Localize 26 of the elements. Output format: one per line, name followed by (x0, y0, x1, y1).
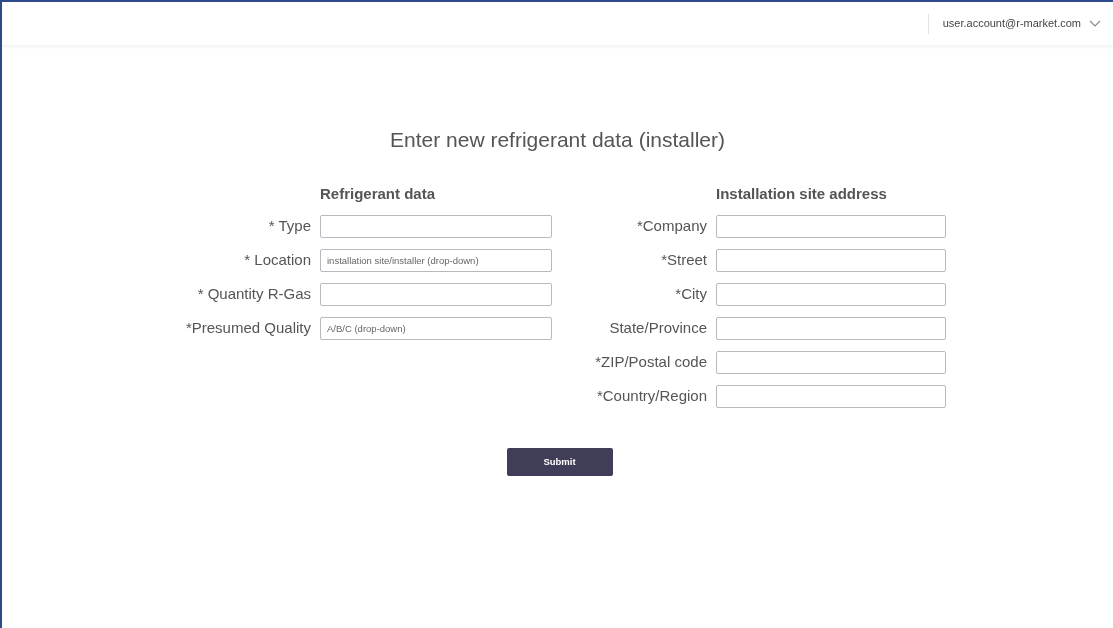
field-label: *ZIP/Postal code (595, 352, 707, 373)
field-label: *City (675, 284, 707, 305)
field-label: *Presumed Quality (185, 318, 311, 339)
input-field[interactable] (716, 385, 946, 408)
field-label: State/Province (609, 318, 707, 339)
page-title: Enter new refrigerant data (installer) (390, 127, 725, 153)
input-field[interactable] (320, 215, 552, 238)
field-label: *Company (636, 216, 707, 237)
field-label: *Street (661, 250, 707, 271)
field-label: * Location (244, 250, 311, 271)
field-label: *Country/Region (596, 386, 707, 407)
field-label: * Quantity R-Gas (197, 284, 311, 305)
submit-button[interactable]: Submit (506, 448, 613, 476)
input-field[interactable] (716, 317, 946, 340)
field-label: * Type (268, 216, 311, 237)
section-heading: Installation site address (716, 183, 887, 204)
account-menu[interactable]: user.account@r-market.com (942, 15, 1113, 32)
input-field[interactable] (716, 283, 946, 306)
section-heading: Refrigerant data (320, 183, 436, 204)
input-field[interactable] (716, 215, 946, 238)
input-field[interactable]: A/B/C (drop-down) (320, 317, 552, 340)
input-field[interactable] (716, 351, 946, 374)
input-field[interactable]: installation site/installer (drop-down) (320, 249, 552, 272)
input-field[interactable] (320, 283, 552, 306)
chevron-down-icon (1089, 19, 1101, 28)
input-field[interactable] (716, 249, 946, 272)
